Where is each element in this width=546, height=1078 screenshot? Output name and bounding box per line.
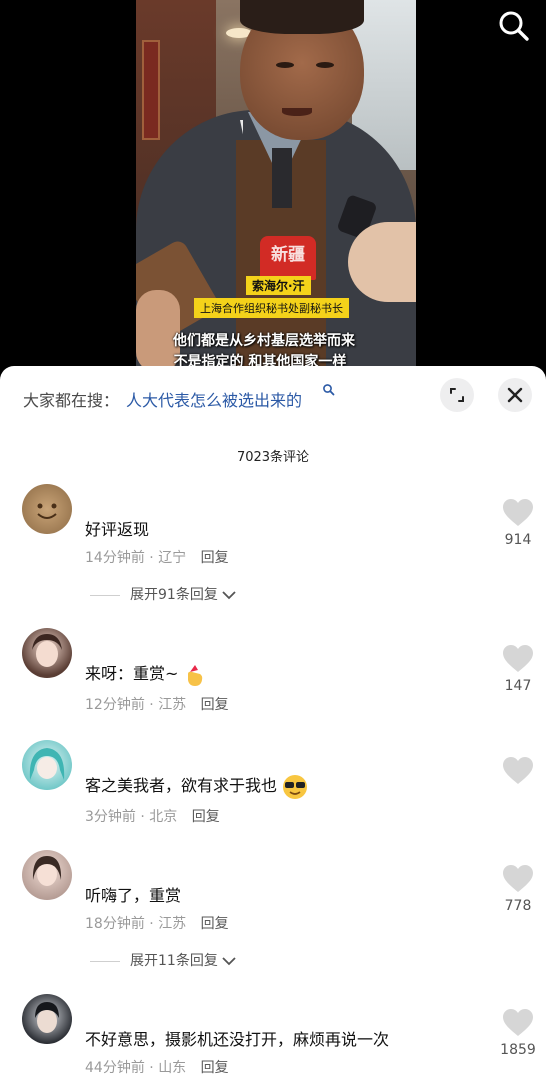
- speaker-title-tag: 上海合作组织秘书处副秘书长: [194, 298, 349, 318]
- heart-icon[interactable]: [502, 498, 534, 528]
- expand-icon: [450, 388, 464, 402]
- comment-text-content: 客之美我者，欲有求于我也: [85, 776, 278, 795]
- video-player[interactable]: 新疆 索海尔·汗 上海合作组织秘书处副秘书长 他们都是从乡村基层选举而来 不是指…: [0, 0, 546, 372]
- trending-search-query[interactable]: 人大代表怎么被选出来的: [126, 387, 302, 411]
- divider-line: [90, 594, 120, 596]
- comment-time: 3分钟前: [85, 809, 136, 825]
- expand-replies-button[interactable]: 展开91条回复: [90, 584, 236, 604]
- avatar[interactable]: [22, 740, 72, 790]
- comment-text: 来呀：重赏~: [85, 660, 206, 688]
- like-count: 1859: [500, 1042, 536, 1058]
- avatar-anime-icon: [29, 748, 65, 780]
- divider-line: [90, 960, 120, 962]
- video-subtitle-line1: 他们都是从乡村基层选举而来: [173, 333, 355, 349]
- close-button[interactable]: [498, 378, 532, 412]
- comment-text: 不好意思，摄影机还没打开，麻烦再说一次: [85, 1030, 390, 1049]
- expand-replies-label: 展开11条回复: [130, 953, 218, 969]
- reply-button[interactable]: 回复: [201, 697, 229, 713]
- heart-icon[interactable]: [502, 864, 534, 894]
- comment-time: 44分钟前: [85, 1060, 145, 1076]
- avatar-girl-icon: [32, 634, 62, 667]
- comment-text: 听嗨了，重赏: [85, 886, 182, 905]
- comment-location: 江苏: [158, 697, 187, 713]
- like-count: 778: [504, 898, 532, 914]
- microphone-logo: 新疆: [271, 245, 305, 265]
- expand-replies-button[interactable]: 展开11条回复: [90, 950, 236, 970]
- search-icon: [323, 384, 335, 396]
- heart-icon[interactable]: [502, 1008, 534, 1038]
- search-icon: [499, 11, 529, 41]
- reply-button[interactable]: 回复: [201, 550, 229, 566]
- search-button[interactable]: [496, 8, 532, 44]
- comment-text-content: 来呀：重赏~: [85, 664, 179, 683]
- reply-button[interactable]: 回复: [201, 1060, 229, 1076]
- comment-location: 山东: [158, 1060, 187, 1076]
- comment-location: 江苏: [158, 916, 187, 932]
- hand-heart-emoji-icon: [187, 664, 202, 686]
- expand-button[interactable]: [440, 378, 474, 412]
- heart-icon[interactable]: [502, 756, 534, 786]
- chevron-down-icon: [222, 957, 236, 966]
- reply-button[interactable]: 回复: [192, 809, 220, 825]
- avatar-boy-icon: [35, 1002, 59, 1033]
- speaker-eye: [276, 62, 294, 68]
- speaker-tie: [272, 148, 292, 208]
- comment-count: 7023条评论: [236, 450, 310, 465]
- heart-icon[interactable]: [502, 644, 534, 674]
- comment-time: 12分钟前: [85, 697, 145, 713]
- comment-meta: 14分钟前 · 辽宁 回复: [85, 550, 229, 566]
- comment-text: 客之美我者，欲有求于我也: [85, 772, 308, 800]
- avatar-girl-icon: [32, 856, 62, 886]
- avatar[interactable]: [22, 484, 72, 534]
- comment-meta: 12分钟前 · 江苏 回复: [85, 697, 229, 713]
- speaker-mouth: [282, 108, 312, 116]
- chevron-down-icon: [222, 591, 236, 600]
- trending-search-label: 大家都在搜：: [23, 391, 120, 410]
- comment-sheet: 大家都在搜： 人大代表怎么被选出来的 7023条评论 好评返现 14分钟前 · …: [0, 366, 546, 1078]
- comment-text: 好评返现: [85, 520, 150, 539]
- avatar[interactable]: [22, 628, 72, 678]
- speaker-eye: [316, 62, 334, 68]
- avatar[interactable]: [22, 850, 72, 900]
- video-frame: 新疆 索海尔·汗 上海合作组织秘书处副秘书长 他们都是从乡村基层选举而来 不是指…: [136, 0, 416, 372]
- close-icon: [507, 387, 523, 403]
- like-count: 914: [504, 532, 532, 548]
- like-count: 147: [504, 678, 532, 694]
- sunglasses-emoji-icon: [283, 774, 308, 799]
- comment-meta: 3分钟前 · 北京 回复: [85, 809, 220, 825]
- speaker-hair: [240, 0, 364, 34]
- comment-meta: 18分钟前 · 江苏 回复: [85, 916, 229, 932]
- comment-time: 14分钟前: [85, 550, 145, 566]
- comment-time: 18分钟前: [85, 916, 145, 932]
- avatar-cookie-face-icon: [37, 503, 57, 519]
- avatar[interactable]: [22, 994, 72, 1044]
- comment-location: 辽宁: [158, 550, 187, 566]
- comment-meta: 44分钟前 · 山东 回复: [85, 1060, 229, 1076]
- comment-location: 北京: [149, 809, 178, 825]
- speaker-name-tag: 索海尔·汗: [246, 276, 311, 295]
- reply-button[interactable]: 回复: [201, 916, 229, 932]
- expand-replies-label: 展开91条回复: [130, 587, 218, 603]
